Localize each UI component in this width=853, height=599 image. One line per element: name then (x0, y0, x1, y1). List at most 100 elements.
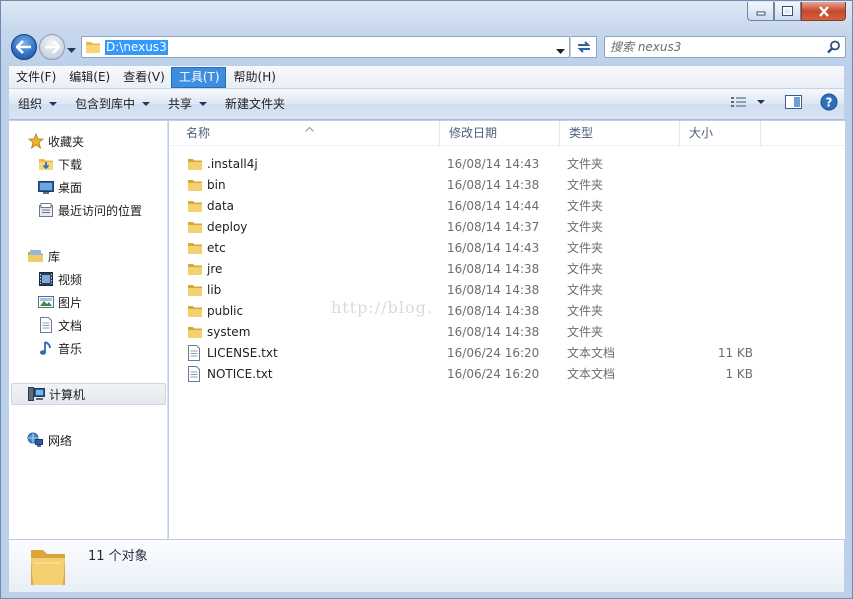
table-row[interactable]: public 16/08/14 14:38 文件夹 (169, 301, 845, 322)
folder-icon (187, 324, 203, 343)
file-name: data (207, 199, 235, 213)
organize-label: 组织 (18, 96, 43, 111)
folder-icon (187, 177, 203, 196)
search-box[interactable] (604, 36, 846, 58)
help-button[interactable]: ? (820, 93, 838, 111)
nav-item-label: 下载 (58, 157, 83, 172)
file-type: 文件夹 (567, 283, 604, 297)
text-file-icon (187, 345, 201, 364)
file-date: 16/08/14 14:38 (447, 262, 540, 276)
file-name: bin (207, 178, 226, 192)
address-path[interactable]: D:\nexus3 (105, 40, 168, 55)
file-date: 16/08/14 14:44 (447, 199, 540, 213)
file-size (681, 196, 753, 217)
nav-item-label: 收藏夹 (48, 134, 85, 149)
minimize-button[interactable] (747, 2, 774, 21)
nav-item-label: 最近访问的位置 (58, 203, 143, 218)
arrow-right-icon (45, 40, 60, 54)
table-row[interactable]: etc 16/08/14 14:43 文件夹 (169, 238, 845, 259)
address-history-dropdown[interactable] (556, 44, 565, 58)
table-row[interactable]: deploy 16/08/14 14:37 文件夹 (169, 217, 845, 238)
organize-button[interactable]: 组织 (9, 89, 66, 120)
table-row[interactable]: .install4j 16/08/14 14:43 文件夹 (169, 154, 845, 175)
recent-pages-button[interactable] (67, 43, 76, 57)
nav-item-recent-places[interactable]: 最近访问的位置 (37, 199, 142, 221)
file-type: 文件夹 (567, 325, 604, 339)
search-input[interactable] (610, 39, 820, 55)
document-icon (37, 317, 54, 334)
menu-file[interactable]: 文件(F) (9, 67, 61, 88)
maximize-button[interactable] (774, 2, 801, 21)
file-date: 16/08/14 14:38 (447, 283, 540, 297)
new-folder-button[interactable]: 新建文件夹 (216, 89, 294, 120)
file-date: 16/08/14 14:38 (447, 304, 540, 318)
nav-item-label: 图片 (58, 295, 83, 310)
folder-icon (187, 303, 203, 322)
include-in-library-button[interactable]: 包含到库中 (66, 89, 159, 120)
folder-icon (85, 39, 101, 58)
desktop-icon (37, 179, 54, 196)
nav-item-computer[interactable]: 计算机 (11, 383, 166, 405)
column-type-header[interactable]: 类型 (560, 121, 680, 146)
nav-item-libraries[interactable]: 库 (27, 245, 60, 267)
column-size-header[interactable]: 大小 (680, 121, 761, 146)
nav-item-music[interactable]: 音乐 (37, 337, 82, 359)
table-row[interactable]: jre 16/08/14 14:38 文件夹 (169, 259, 845, 280)
column-date-header[interactable]: 修改日期 (440, 121, 560, 146)
file-size: 11 KB (717, 346, 753, 360)
menu-bar: 文件(F) 编辑(E) 查看(V) 工具(T) 帮助(H) (9, 66, 844, 89)
file-date: 16/06/24 16:20 (447, 367, 540, 381)
file-type: 文件夹 (567, 304, 604, 318)
folder-icon (187, 282, 203, 301)
nav-item-documents[interactable]: 文档 (37, 314, 82, 336)
file-size (681, 322, 753, 343)
search-icon[interactable] (827, 40, 841, 57)
music-note-icon (37, 340, 54, 357)
nav-item-favorites[interactable]: 收藏夹 (27, 130, 84, 152)
nav-item-network[interactable]: 网络 (27, 429, 72, 451)
close-icon (818, 5, 829, 17)
arrow-left-icon (16, 40, 31, 54)
help-icon: ? (820, 93, 838, 111)
nav-item-downloads[interactable]: 下载 (37, 153, 82, 175)
video-icon (37, 271, 54, 288)
nav-item-desktop[interactable]: 桌面 (37, 176, 82, 198)
nav-item-label: 网络 (48, 433, 73, 448)
file-name: jre (207, 262, 223, 276)
column-header: 名称 修改日期 类型 大小 (169, 121, 845, 146)
file-date: 16/08/14 14:38 (447, 325, 540, 339)
file-name: lib (207, 283, 222, 297)
close-button[interactable] (801, 2, 846, 21)
network-icon (27, 432, 44, 449)
view-options-button[interactable] (731, 96, 765, 108)
refresh-button[interactable] (571, 36, 597, 58)
forward-button[interactable] (39, 34, 65, 60)
menu-tools[interactable]: 工具(T) (170, 66, 226, 88)
file-name: .install4j (207, 157, 258, 171)
menu-edit[interactable]: 编辑(E) (62, 67, 115, 88)
table-row[interactable]: system 16/08/14 14:38 文件夹 (169, 322, 845, 343)
back-button[interactable] (11, 34, 37, 60)
navigation-pane: 收藏夹 下载 桌面 最近访问的位置 库 视频 图片 文档 音乐 计算机 网络 (9, 121, 168, 539)
table-row[interactable]: bin 16/08/14 14:38 文件夹 (169, 175, 845, 196)
nav-item-pictures[interactable]: 图片 (37, 291, 82, 313)
item-count: 11 个对象 (88, 549, 148, 564)
preview-pane-button[interactable] (785, 95, 802, 109)
file-date: 16/08/14 14:43 (447, 157, 540, 171)
command-bar: 组织 包含到库中 共享 新建文件夹 ? (9, 89, 844, 120)
nav-item-videos[interactable]: 视频 (37, 268, 82, 290)
file-date: 16/08/14 14:43 (447, 241, 540, 255)
table-row[interactable]: NOTICE.txt 16/06/24 16:20 文本文档 1 KB (169, 364, 845, 385)
nav-item-label: 桌面 (58, 180, 83, 195)
table-row[interactable]: LICENSE.txt 16/06/24 16:20 文本文档 11 KB (169, 343, 845, 364)
table-row[interactable]: data 16/08/14 14:44 文件夹 (169, 196, 845, 217)
table-row[interactable]: lib 16/08/14 14:38 文件夹 (169, 280, 845, 301)
folder-icon (187, 198, 203, 217)
address-bar[interactable]: D:\nexus3 (81, 36, 570, 58)
menu-view[interactable]: 查看(V) (116, 67, 170, 88)
file-name: deploy (207, 220, 248, 234)
details-pane: 11 个对象 (9, 539, 844, 592)
share-button[interactable]: 共享 (159, 89, 216, 120)
menu-help[interactable]: 帮助(H) (227, 67, 281, 88)
caption-buttons (747, 2, 846, 21)
